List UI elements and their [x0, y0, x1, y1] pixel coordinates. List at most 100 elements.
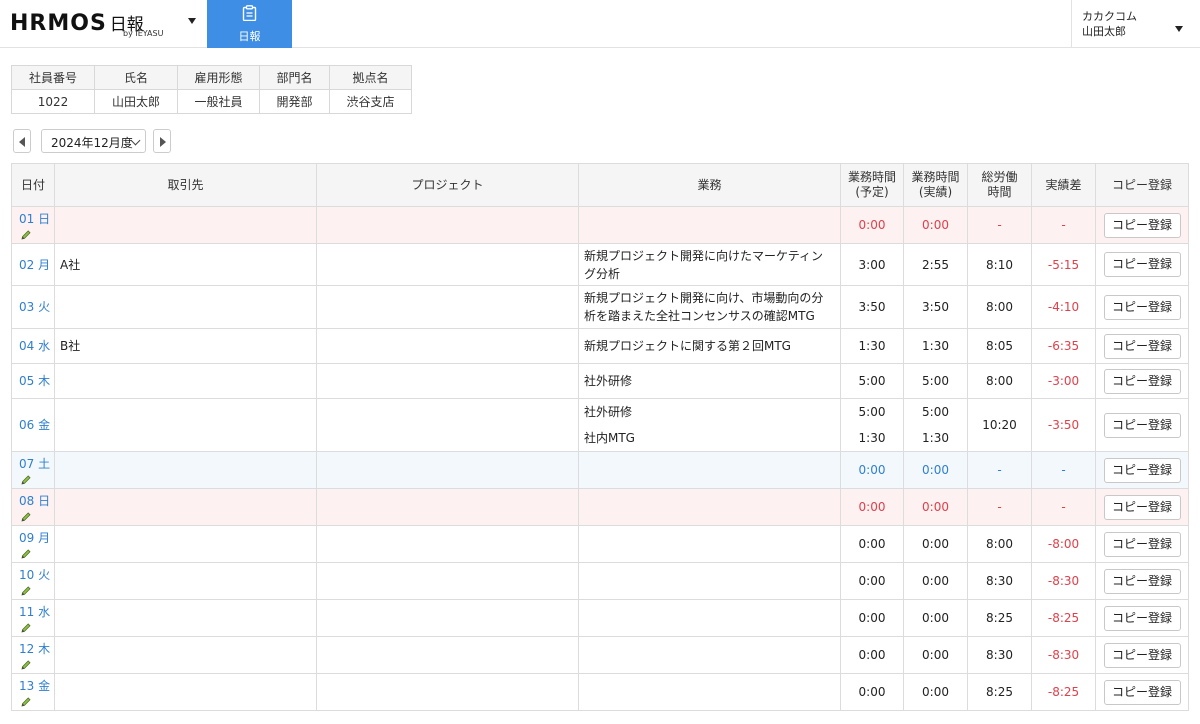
total-cell: 8:00: [967, 363, 1032, 399]
pencil-icon[interactable]: [20, 585, 32, 597]
diff-cell: -8:00: [1031, 525, 1096, 563]
client-cell: [54, 398, 317, 452]
project-cell: [316, 328, 579, 364]
copy-cell: コピー登録: [1095, 488, 1189, 526]
table-row: 13 金 0:00 0:00 8:25 -8:25 コピー登録: [11, 673, 1189, 711]
app-switch-caret-icon[interactable]: [188, 18, 196, 24]
copy-register-button[interactable]: コピー登録: [1103, 333, 1181, 359]
task-cell: 新規プロジェクトに関する第２回MTG: [578, 328, 841, 364]
total-cell: 10:20: [967, 398, 1032, 452]
total-cell: 8:25: [967, 599, 1032, 637]
employee-name: 山田太郎: [94, 89, 178, 114]
office: 渋谷支店: [329, 89, 412, 114]
pencil-icon[interactable]: [20, 229, 32, 241]
copy-register-button[interactable]: コピー登録: [1103, 568, 1181, 594]
date-cell[interactable]: 01 日: [11, 206, 55, 244]
nav-tab-label: 日報: [238, 30, 261, 43]
actual-cell: 0:00: [903, 451, 968, 489]
copy-cell: コピー登録: [1095, 673, 1189, 711]
copy-register-button[interactable]: コピー登録: [1103, 679, 1181, 705]
date-cell[interactable]: 02 月: [11, 243, 55, 286]
table-row: 05 木 社外研修 5:00 5:00 8:00 -3:00 コピー登録: [11, 363, 1189, 399]
employment-type-header: 雇用形態: [177, 65, 260, 90]
task-cell: [578, 525, 841, 563]
date-cell[interactable]: 07 土: [11, 451, 55, 489]
date-cell[interactable]: 13 金: [11, 673, 55, 711]
company-name: カカクコム: [1082, 10, 1137, 23]
planned-cell: 3:50: [840, 285, 904, 329]
date-cell[interactable]: 09 月: [11, 525, 55, 563]
project-cell: [316, 562, 579, 600]
copy-register-button[interactable]: コピー登録: [1103, 457, 1181, 483]
task-cell: [578, 206, 841, 244]
date-cell[interactable]: 04 水: [11, 328, 55, 364]
user-menu[interactable]: カカクコム 山田太郎: [1071, 0, 1200, 48]
copy-register-button[interactable]: コピー登録: [1103, 605, 1181, 631]
planned-cell: 1:30: [840, 328, 904, 364]
pencil-icon[interactable]: [20, 511, 32, 523]
clipboard-icon: [242, 5, 257, 21]
table-row: 02 月 A社 新規プロジェクト開発に向けたマーケティング分析 3:00 2:5…: [11, 243, 1189, 286]
department: 開発部: [259, 89, 330, 114]
col-planned: 業務時間 (予定): [840, 163, 904, 207]
nav-tab-daily-report[interactable]: 日報: [207, 0, 292, 48]
total-cell: -: [967, 206, 1032, 244]
copy-register-button[interactable]: コピー登録: [1103, 212, 1181, 238]
table-row: 10 火 0:00 0:00 8:30 -8:30 コピー登録: [11, 562, 1189, 600]
logo-by: by IEYASU: [123, 29, 164, 38]
pencil-icon[interactable]: [20, 622, 32, 634]
total-cell: -: [967, 451, 1032, 489]
planned-cell: 0:00: [840, 562, 904, 600]
date-cell[interactable]: 10 火: [11, 562, 55, 600]
actual-cell: 0:00: [903, 488, 968, 526]
copy-cell: コピー登録: [1095, 328, 1189, 364]
app-header: HRMOS 日報 by IEYASU 日報 カカクコム 山田太郎: [0, 0, 1200, 48]
date-cell[interactable]: 03 火: [11, 285, 55, 329]
actual-cell: 0:00: [903, 599, 968, 637]
date-cell[interactable]: 08 日: [11, 488, 55, 526]
total-cell: 8:00: [967, 525, 1032, 563]
prev-month-button[interactable]: [13, 129, 31, 153]
next-month-button[interactable]: [153, 129, 171, 153]
employee-info-values: 1022 山田太郎 一般社員 開発部 渋谷支店: [11, 89, 412, 114]
planned-cell: 5:00: [840, 363, 904, 399]
date-cell[interactable]: 11 水: [11, 599, 55, 637]
caret-left-icon: [19, 137, 25, 147]
pencil-icon[interactable]: [20, 548, 32, 560]
date-cell[interactable]: 12 木: [11, 636, 55, 674]
task-cell: 新規プロジェクト開発に向けたマーケティング分析: [578, 243, 841, 286]
task-cell: [578, 451, 841, 489]
project-cell: [316, 206, 579, 244]
col-actual: 業務時間 (実績): [903, 163, 968, 207]
task-cell: [578, 488, 841, 526]
pencil-icon[interactable]: [20, 696, 32, 708]
project-cell: [316, 243, 579, 286]
copy-register-button[interactable]: コピー登録: [1103, 294, 1181, 320]
copy-register-button[interactable]: コピー登録: [1103, 642, 1181, 668]
total-cell: 8:05: [967, 328, 1032, 364]
copy-register-button[interactable]: コピー登録: [1103, 252, 1181, 277]
pencil-icon[interactable]: [20, 474, 32, 486]
copy-register-button[interactable]: コピー登録: [1103, 494, 1181, 520]
table-row: 09 月 0:00 0:00 8:00 -8:00 コピー登録: [11, 525, 1189, 563]
total-cell: 8:30: [967, 562, 1032, 600]
copy-register-button[interactable]: コピー登録: [1103, 531, 1181, 557]
diff-cell: -8:30: [1031, 636, 1096, 674]
project-cell: [316, 636, 579, 674]
copy-register-button[interactable]: コピー登録: [1103, 412, 1181, 438]
month-select[interactable]: 2024年12月度: [41, 129, 146, 153]
table-row: 01 日 0:00 0:00 - - コピー登録: [11, 206, 1189, 244]
pencil-icon[interactable]: [20, 659, 32, 671]
copy-cell: コピー登録: [1095, 398, 1189, 452]
task-cell: 新規プロジェクト開発に向け、市場動向の分析を踏まえた全社コンセンサスの確認MTG: [578, 285, 841, 329]
date-cell[interactable]: 05 木: [11, 363, 55, 399]
actual-cell: 0:00: [903, 562, 968, 600]
date-cell[interactable]: 06 金: [11, 398, 55, 452]
diff-cell: -5:15: [1031, 243, 1096, 286]
copy-cell: コピー登録: [1095, 363, 1189, 399]
col-total: 総労働 時間: [967, 163, 1032, 207]
user-menu-caret-icon[interactable]: [1175, 26, 1183, 32]
copy-register-button[interactable]: コピー登録: [1103, 368, 1181, 394]
diff-cell: -3:50: [1031, 398, 1096, 452]
copy-cell: コピー登録: [1095, 285, 1189, 329]
